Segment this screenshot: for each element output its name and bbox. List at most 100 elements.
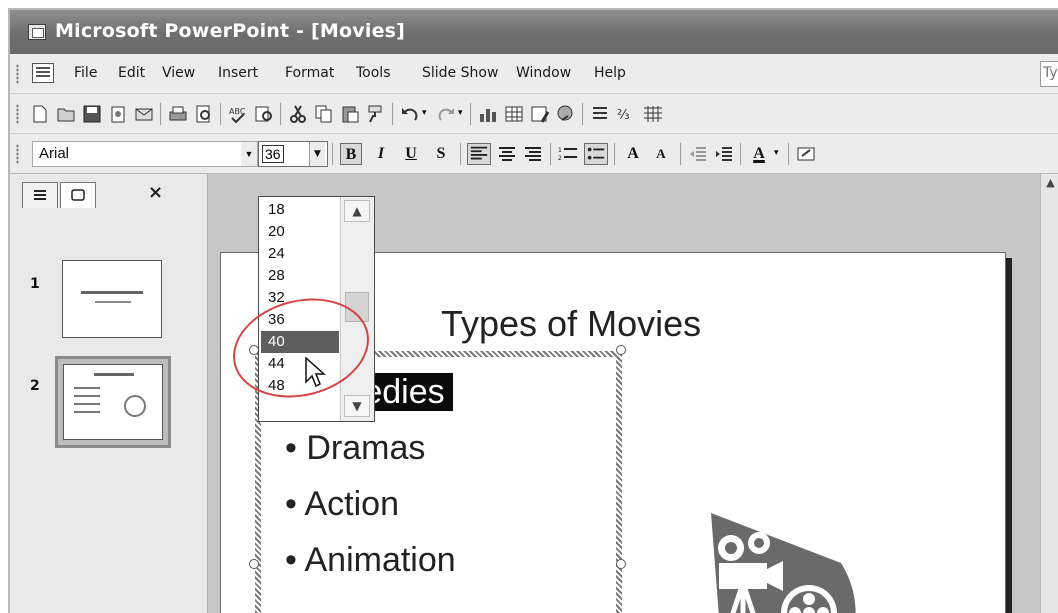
font-size-option[interactable]: 18 — [261, 199, 339, 221]
menu-insert[interactable]: Insert — [218, 65, 258, 81]
document-menu-icon[interactable] — [32, 63, 54, 83]
expand-all-icon[interactable] — [590, 104, 610, 124]
italic-button[interactable]: I — [370, 143, 392, 165]
menu-edit[interactable]: Edit — [118, 65, 145, 81]
font-size-option[interactable]: 28 — [261, 265, 339, 287]
toolbar-grip[interactable] — [16, 144, 19, 164]
slide-thumbnail-2[interactable] — [55, 356, 171, 448]
window-title: Microsoft PowerPoint - [Movies] — [55, 20, 406, 42]
font-size-option[interactable]: 24 — [261, 243, 339, 265]
thumb-subtitle-line — [95, 301, 131, 303]
font-size-option[interactable]: 20 — [261, 221, 339, 243]
toolbar-separator — [220, 103, 221, 125]
menu-tools[interactable]: Tools — [356, 65, 391, 81]
paste-icon[interactable] — [340, 104, 360, 124]
chevron-down-icon[interactable]: ▼ — [241, 142, 257, 166]
menu-bar: File Edit View Insert Format Tools Slide… — [10, 54, 1058, 94]
menu-window[interactable]: Window — [516, 65, 571, 81]
copy-icon[interactable] — [314, 104, 334, 124]
powerpoint-app-icon[interactable] — [28, 24, 46, 40]
grid-icon[interactable] — [642, 104, 662, 124]
resize-handle[interactable] — [616, 345, 626, 355]
insert-hyperlink-icon[interactable] — [556, 104, 576, 124]
shadow-button[interactable]: S — [430, 143, 452, 165]
ask-question-box[interactable]: Ty — [1040, 61, 1058, 87]
chevron-down-icon[interactable]: ▾ — [774, 148, 779, 158]
new-icon[interactable] — [30, 104, 50, 124]
font-size-value[interactable]: 36 — [262, 145, 284, 163]
menu-format[interactable]: Format — [285, 65, 334, 81]
undo-icon[interactable] — [400, 104, 420, 124]
tab-slides[interactable] — [60, 182, 96, 208]
scroll-up-icon[interactable]: ▲ — [344, 200, 370, 222]
open-icon[interactable] — [56, 104, 76, 124]
email-icon[interactable] — [134, 104, 154, 124]
slide-title[interactable]: Types of Movies — [441, 303, 701, 345]
bold-button[interactable]: B — [340, 143, 362, 165]
tables-borders-icon[interactable] — [530, 104, 550, 124]
slide-thumbnail-2-inner — [63, 364, 163, 440]
align-center-icon[interactable] — [497, 144, 517, 164]
underline-button[interactable]: U — [400, 143, 422, 165]
svg-text:1: 1 — [558, 147, 562, 154]
format-painter-icon[interactable] — [366, 104, 386, 124]
toolbar-separator — [332, 143, 333, 165]
scroll-down-icon[interactable]: ▼ — [344, 395, 370, 417]
save-icon[interactable] — [82, 104, 102, 124]
permission-icon[interactable] — [108, 104, 128, 124]
increase-font-size-button[interactable]: A — [622, 143, 644, 165]
powerpoint-window: Microsoft PowerPoint - [Movies] File Edi… — [8, 8, 1058, 613]
menubar-grip[interactable] — [16, 64, 19, 84]
toolbar-separator — [582, 103, 583, 125]
slides-icon — [71, 189, 85, 201]
design-icon[interactable] — [796, 144, 816, 164]
bullet-item-animation[interactable]: • Animation — [285, 541, 456, 580]
slide-number: 2 — [30, 378, 40, 394]
close-icon[interactable]: × — [148, 182, 163, 203]
align-left-icon[interactable] — [467, 143, 491, 165]
movie-camera-clipart[interactable] — [691, 503, 871, 613]
menu-file[interactable]: File — [74, 65, 97, 81]
toolbar-grip[interactable] — [16, 104, 19, 124]
increase-indent-icon[interactable] — [714, 144, 734, 164]
resize-handle[interactable] — [616, 559, 626, 569]
resize-handle[interactable] — [249, 559, 259, 569]
outline-icon — [34, 190, 46, 200]
title-bar: Microsoft PowerPoint - [Movies] — [10, 10, 1058, 54]
decrease-indent-icon[interactable] — [688, 144, 708, 164]
font-color-button[interactable]: A — [748, 143, 770, 165]
tab-outline[interactable] — [22, 182, 58, 208]
decrease-font-size-button[interactable]: A — [650, 143, 672, 165]
menu-help[interactable]: Help — [594, 65, 626, 81]
align-right-icon[interactable] — [523, 144, 543, 164]
slide-thumbnail-1[interactable] — [62, 260, 162, 338]
print-preview-icon[interactable] — [194, 104, 214, 124]
vertical-scrollbar[interactable]: ▲ — [1040, 174, 1058, 613]
print-icon[interactable] — [168, 104, 188, 124]
bullet-item-dramas[interactable]: • Dramas — [285, 429, 425, 468]
insert-chart-icon[interactable] — [478, 104, 498, 124]
bullet-item-action[interactable]: • Action — [285, 485, 399, 524]
redo-dropdown-icon[interactable]: ▾ — [458, 108, 463, 118]
bullet-dot: • — [285, 429, 297, 467]
bullet-label: Dramas — [306, 429, 426, 467]
bullets-icon[interactable] — [584, 143, 608, 165]
chevron-down-icon[interactable]: ▼ — [309, 142, 325, 166]
formatting-toolbar: Arial ▼ 36 ▼ B I U S 12 A A A ▾ — [10, 134, 1058, 174]
redo-icon[interactable] — [436, 104, 456, 124]
menu-view[interactable]: View — [162, 65, 195, 81]
scroll-up-icon[interactable]: ▲ — [1042, 176, 1058, 194]
research-icon[interactable] — [254, 104, 274, 124]
menu-slide-show[interactable]: Slide Show — [422, 65, 498, 81]
show-formatting-icon[interactable]: ⅔ — [616, 104, 636, 124]
cut-icon[interactable] — [288, 104, 308, 124]
font-size-combo[interactable]: 36 ▼ — [258, 141, 328, 167]
svg-text:2: 2 — [558, 155, 562, 162]
insert-table-icon[interactable] — [504, 104, 524, 124]
slide-number: 1 — [30, 276, 40, 292]
font-name-combo[interactable]: Arial ▼ — [32, 141, 258, 167]
thumb-film-art — [124, 395, 146, 417]
undo-dropdown-icon[interactable]: ▾ — [422, 108, 427, 118]
spelling-icon[interactable]: ABC — [228, 104, 248, 124]
numbering-icon[interactable]: 12 — [558, 144, 578, 164]
